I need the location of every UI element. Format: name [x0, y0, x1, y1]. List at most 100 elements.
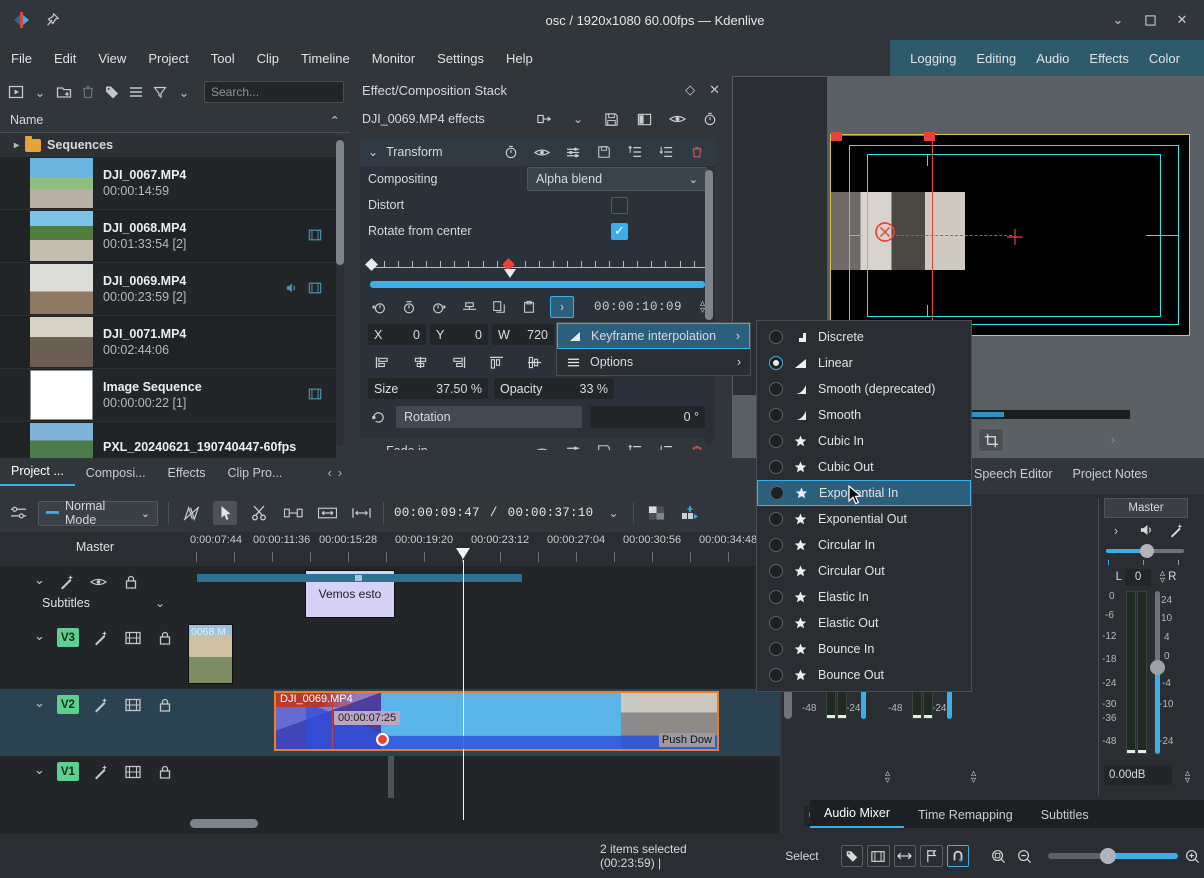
params-icon[interactable] [563, 441, 583, 450]
add-keyframe-icon[interactable] [400, 297, 418, 317]
move-down-icon[interactable] [656, 142, 676, 162]
effect-icon[interactable] [91, 695, 111, 715]
track-badge-v3[interactable]: V3 [57, 628, 79, 647]
track-v3[interactable]: ⌄ V3 0068.M [0, 622, 780, 689]
menu-timeline[interactable]: Timeline [290, 47, 361, 70]
new-folder-icon[interactable] [54, 82, 74, 102]
bin-folder-sequences[interactable]: ▸ Sequences [0, 133, 336, 157]
timeline-clip-v3[interactable]: 0068.M [188, 624, 233, 684]
ripple-tool-icon[interactable] [349, 501, 373, 525]
menu-item-smooth-deprecated[interactable]: Smooth (deprecated) [757, 376, 971, 402]
video-icon[interactable] [123, 762, 143, 782]
track-header-subtitles[interactable]: ⌄ Subtitles ⌄ [0, 566, 190, 622]
expand-icon[interactable]: › [1106, 520, 1126, 540]
align-hcenter-icon[interactable] [410, 352, 430, 372]
spacer-tool-icon[interactable] [281, 501, 305, 525]
slip-tool-icon[interactable] [315, 501, 339, 525]
save-icon[interactable] [594, 142, 614, 162]
compositing-select[interactable]: Alpha blend ⌄ [527, 167, 707, 191]
mixer-db-stepper[interactable]: ▵▿ [971, 770, 976, 784]
bin-scrollbar[interactable] [336, 136, 344, 446]
rotation-value[interactable]: 0 ° [590, 406, 707, 428]
selection-handle-tl[interactable] [831, 132, 842, 141]
eye-icon[interactable] [532, 441, 552, 450]
close-panel-icon[interactable]: ✕ [709, 82, 720, 98]
keyframe-ruler[interactable] [370, 250, 705, 278]
track-header-v3[interactable]: ⌄ V3 [0, 622, 190, 689]
menu-item-cubic-out[interactable]: Cubic Out [757, 454, 971, 480]
lock-icon[interactable] [155, 695, 175, 715]
rotation-keyframe-icon[interactable] [368, 407, 388, 427]
distort-checkbox[interactable] [611, 197, 628, 214]
save-icon[interactable] [594, 441, 614, 450]
timeline-playhead[interactable] [463, 560, 464, 820]
bin-list[interactable]: ▸ Sequences DJI_0067.MP4 00:00:14:59 DJI… [0, 133, 336, 458]
tab-audio-mixer[interactable]: Audio Mixer [810, 801, 904, 828]
bin-item-row[interactable]: DJI_0067.MP4 00:00:14:59 [0, 157, 336, 210]
menu-item-cubic-in[interactable]: Cubic In [757, 428, 971, 454]
video-only-icon[interactable] [867, 845, 890, 867]
center-keyframe-icon[interactable] [460, 297, 478, 317]
tab-speech-editor[interactable]: Speech Editor [964, 464, 1063, 484]
align-top-icon[interactable] [486, 352, 506, 372]
bin-item-row[interactable]: DJI_0071.MP4 00:02:44:06 [0, 316, 336, 369]
minimize-button[interactable]: ⌄ [1110, 12, 1126, 28]
master-fader-knob[interactable] [1150, 660, 1165, 675]
menu-view[interactable]: View [87, 47, 137, 70]
layout-logging[interactable]: Logging [900, 47, 966, 70]
layout-effects[interactable]: Effects [1079, 47, 1139, 70]
eye-icon[interactable] [532, 142, 552, 162]
radio-button[interactable] [769, 382, 783, 396]
tab-project-bin[interactable]: Project ... [0, 459, 75, 486]
radio-button-selected[interactable] [769, 356, 783, 370]
chevron-down-icon[interactable]: ⌄ [568, 109, 588, 129]
filter-chevron-down-icon[interactable]: ⌄ [174, 82, 194, 102]
radio-button[interactable] [769, 408, 783, 422]
float-panel-icon[interactable]: ◇ [685, 82, 695, 98]
paste-icon[interactable] [520, 297, 538, 317]
composition-label[interactable]: Push Dow [659, 733, 715, 747]
monitor-more-icon[interactable]: › [1103, 430, 1123, 450]
selection-handle-tr[interactable] [924, 132, 935, 141]
eye-icon[interactable] [89, 572, 109, 592]
list-view-icon[interactable] [126, 82, 146, 102]
keyframe-timeline[interactable] [360, 244, 715, 288]
radio-button[interactable] [769, 668, 783, 682]
radio-button[interactable] [769, 590, 783, 604]
tag-icon[interactable] [841, 845, 864, 867]
align-left-icon[interactable] [372, 352, 392, 372]
next-keyframe-icon[interactable] [430, 297, 448, 317]
timeline-zoom-slider[interactable] [1048, 853, 1169, 859]
radio-button[interactable] [769, 642, 783, 656]
delete-icon[interactable] [687, 142, 707, 162]
edit-mode-select[interactable]: Normal Mode ⌄ [38, 501, 158, 526]
master-db-stepper[interactable]: ▵▿ [1185, 770, 1190, 784]
layout-color[interactable]: Color [1139, 47, 1190, 70]
add-clip-icon[interactable] [6, 82, 26, 102]
tab-clip-properties[interactable]: Clip Pro... [217, 461, 294, 486]
keyframe-range-bar[interactable] [370, 281, 705, 288]
track-body-v2[interactable]: DJI_0069.MP4 00:00:07:25 Push Dow [190, 689, 780, 756]
master-fader-track[interactable] [1155, 591, 1160, 671]
bin-item-row[interactable]: PXL_20240621_190740447-60fps [0, 422, 336, 458]
keyframe-timer-icon[interactable] [501, 142, 521, 162]
align-right-icon[interactable] [448, 352, 468, 372]
timecode-chevron-down-icon[interactable]: ⌄ [603, 503, 623, 523]
sort-chevron-up-icon[interactable]: ⌃ [330, 113, 340, 128]
keyframe-playhead-icon[interactable] [504, 269, 516, 278]
y-field[interactable]: Y 0 [430, 324, 488, 345]
track-collapse-chevron-down-icon[interactable]: ⌄ [34, 762, 45, 778]
timeline-position[interactable]: 00:00:09:47 [394, 506, 480, 520]
effect-icon[interactable] [91, 628, 111, 648]
filter-icon[interactable] [150, 82, 170, 102]
add-clip-chevron-down-icon[interactable]: ⌄ [30, 82, 50, 102]
radio-button[interactable] [769, 564, 783, 578]
menu-item-options[interactable]: Options › [557, 349, 750, 375]
clip-keyframe-handle[interactable] [376, 733, 389, 746]
master-pan-slider[interactable] [1104, 542, 1188, 560]
params-icon[interactable] [563, 142, 583, 162]
no-mix-icon[interactable] [179, 501, 203, 525]
zoom-fit-icon[interactable] [987, 845, 1009, 867]
effect-transform-header[interactable]: ⌄ Transform [360, 138, 715, 166]
align-vcenter-icon[interactable] [524, 352, 544, 372]
